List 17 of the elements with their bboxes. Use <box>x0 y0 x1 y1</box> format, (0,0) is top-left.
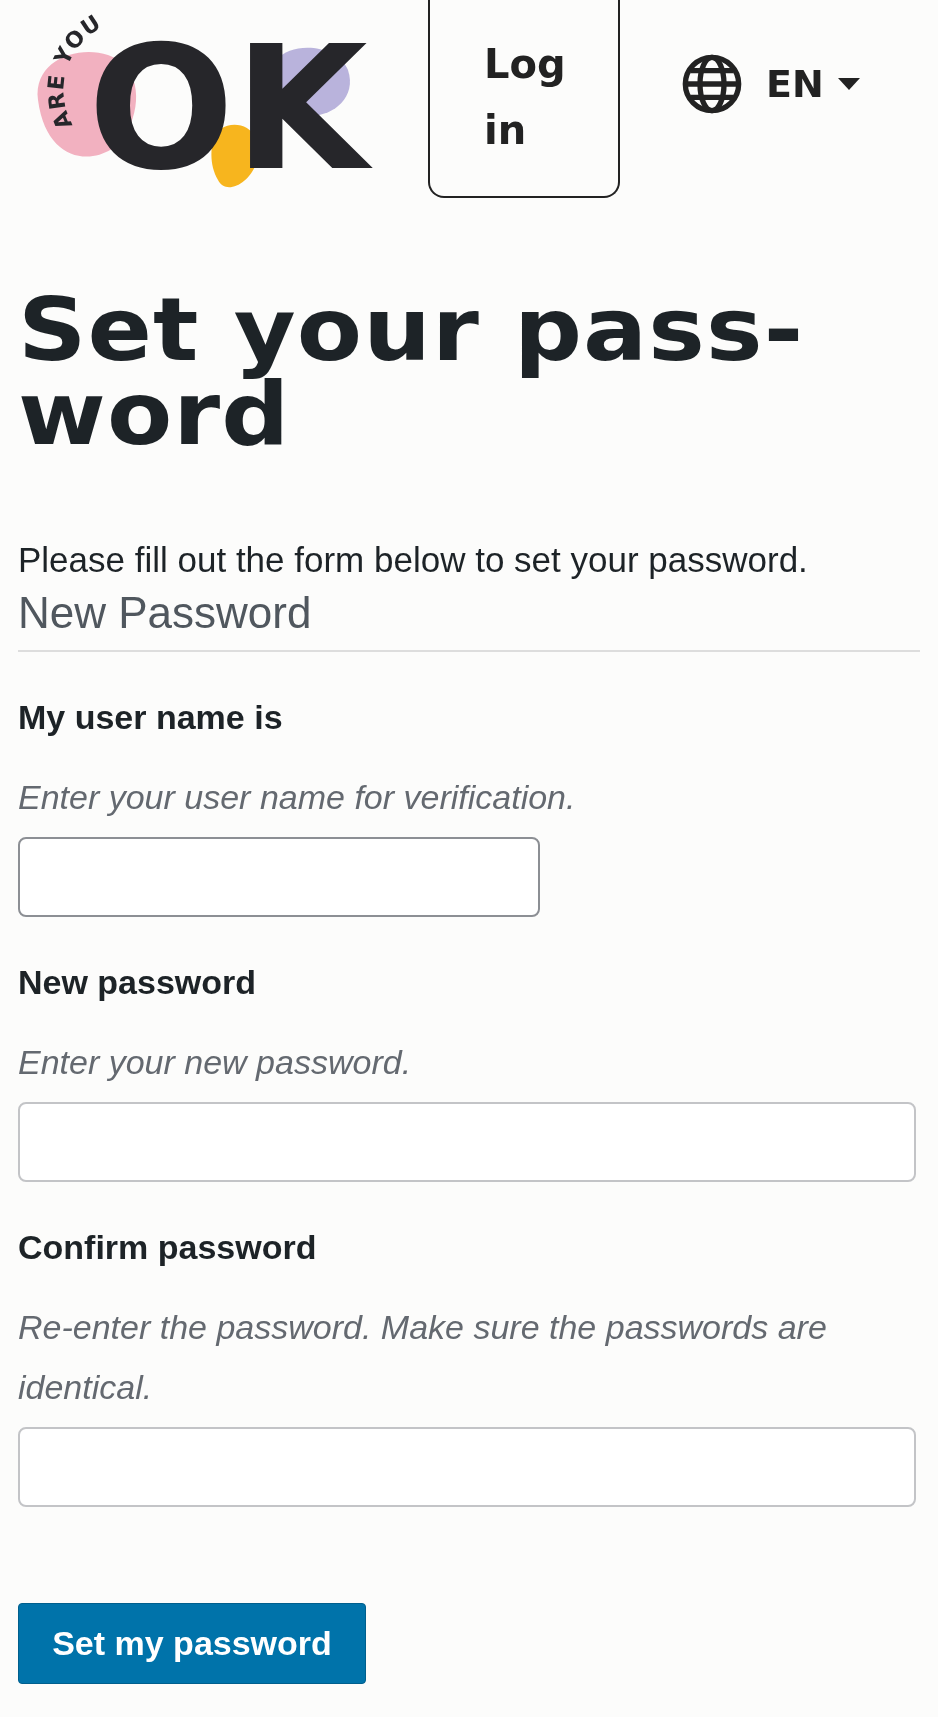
field-label: Confirm password <box>18 1228 318 1267</box>
field-hint: Re-enter the password. Make sure the passwords are identical. <box>18 1307 828 1408</box>
field-label: New password <box>18 963 258 1002</box>
section-title: New Password <box>18 580 920 652</box>
language-selector[interactable]: EN <box>680 52 860 116</box>
intro-text: Please fill out the form below to set your password. <box>18 540 809 580</box>
page-title: Set your pass-word <box>18 288 806 456</box>
globe-icon <box>680 52 744 116</box>
password-field[interactable] <box>18 1427 916 1507</box>
field-label: My user name is <box>18 698 284 737</box>
login-button[interactable]: Log in <box>428 0 620 198</box>
submit-button[interactable]: Set my password <box>18 1603 366 1684</box>
field-hint: Enter your user name for verification. <box>18 777 577 818</box>
username-field[interactable] <box>18 837 540 917</box>
password-field[interactable] <box>18 1102 916 1182</box>
caret-icon <box>837 78 860 90</box>
field-hint: Enter your new password. <box>18 1042 413 1083</box>
